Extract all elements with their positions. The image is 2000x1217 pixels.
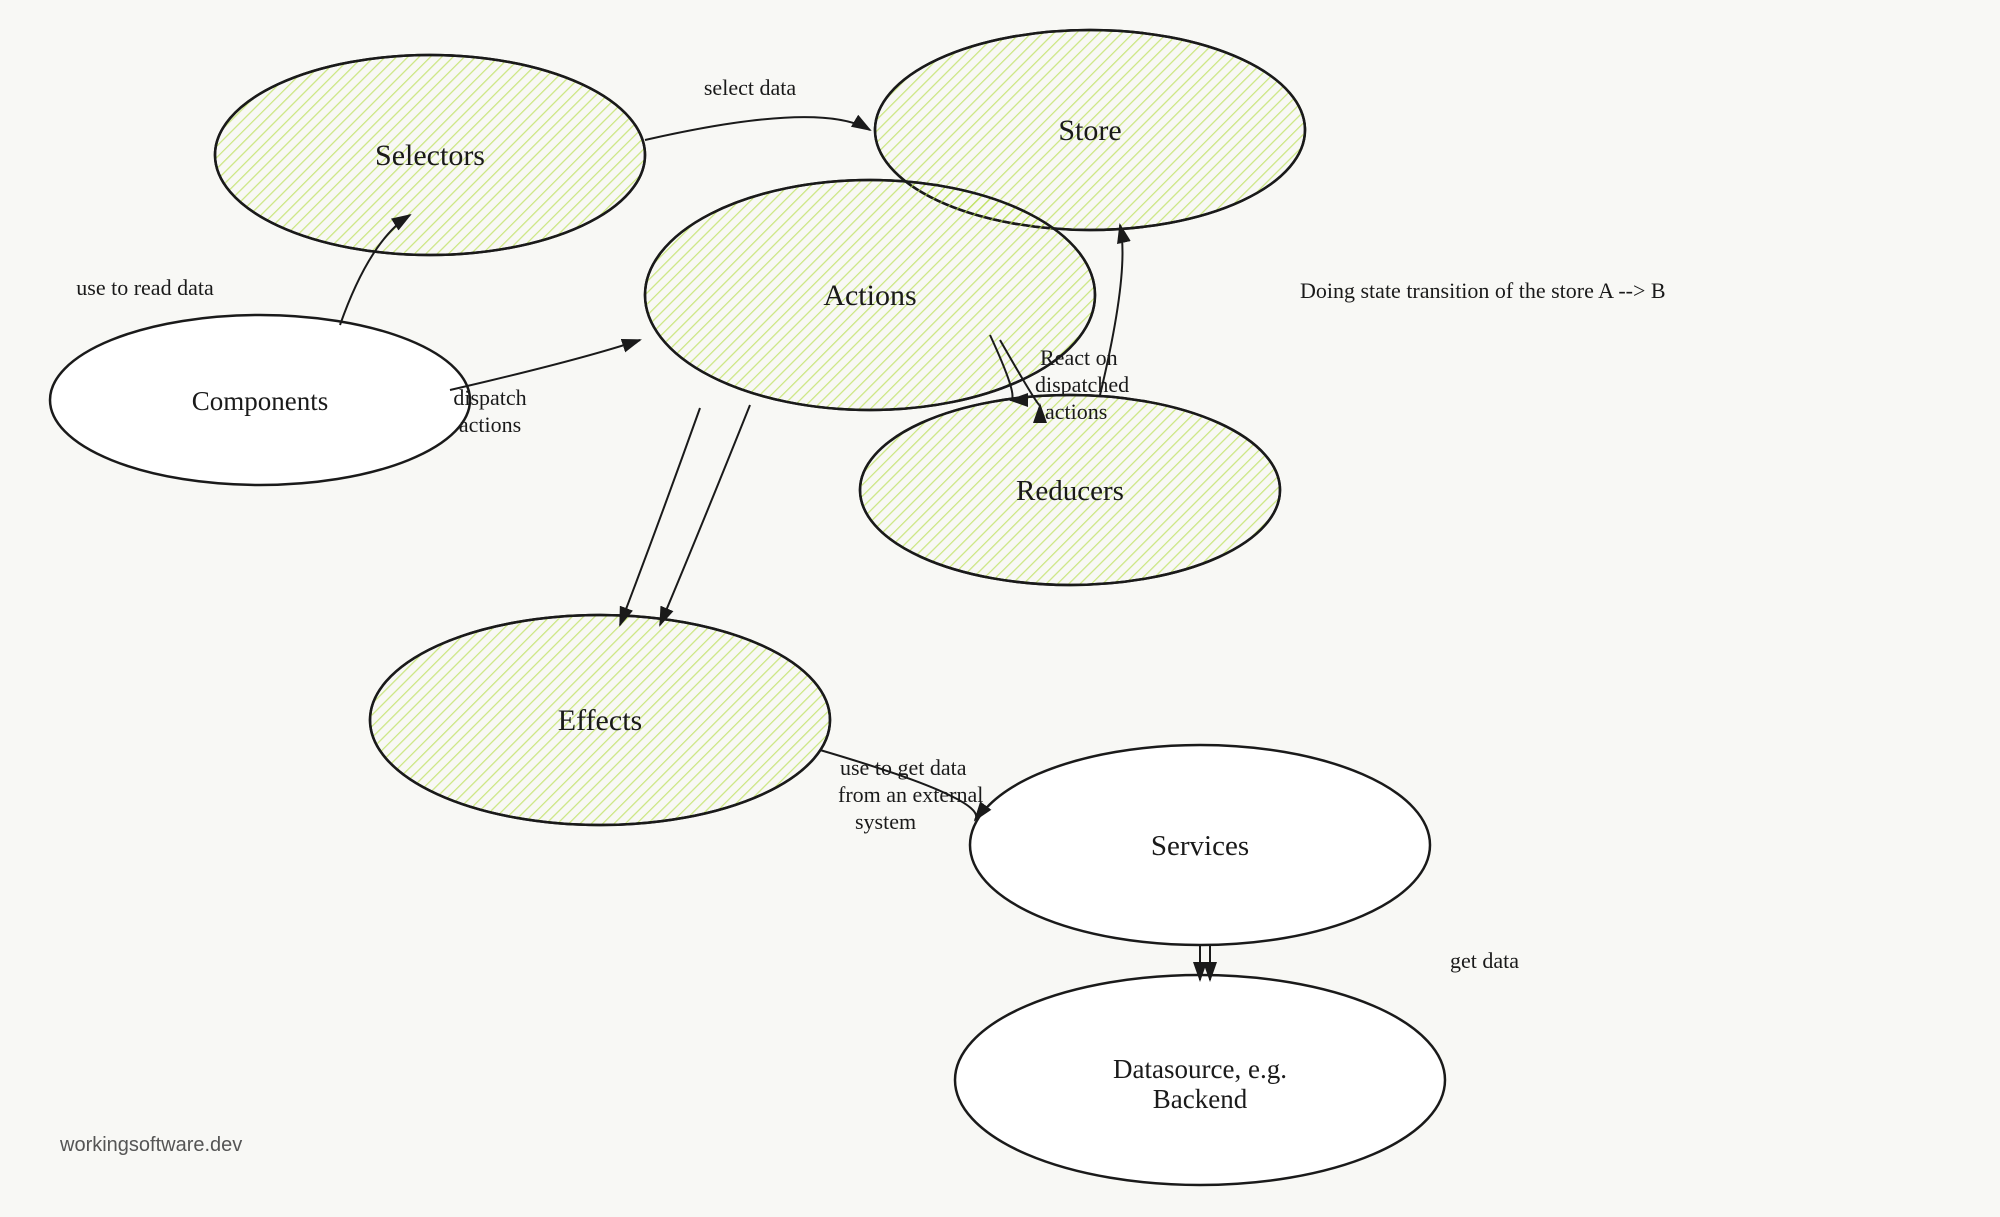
components-label: Components (192, 386, 329, 416)
watermark: workingsoftware.dev (60, 1134, 242, 1157)
reducers-label: Reducers (1016, 475, 1124, 507)
use-to-get-label-1: use to get data (840, 755, 967, 780)
use-to-get-label-2: from an external (838, 782, 983, 807)
services-label: Services (1151, 830, 1249, 862)
react-on-label-2: dispatched (1035, 372, 1129, 397)
dispatch-actions-label-1: dispatch (453, 385, 526, 410)
use-to-get-label-3: system (855, 809, 916, 834)
get-data-label: get data (1450, 948, 1519, 973)
dispatch-actions-label-2: actions (459, 412, 521, 437)
state-transition-label: Doing state transition of the store A --… (1300, 278, 1666, 303)
store-label: Store (1058, 114, 1121, 147)
select-data-label: select data (704, 75, 796, 100)
datasource-label-1: Datasource, e.g. (1113, 1054, 1287, 1084)
datasource-label-2: Backend (1153, 1084, 1248, 1114)
effects-label: Effects (558, 704, 642, 737)
react-on-label-3: actions (1045, 399, 1107, 424)
diagram-container: Selectors Store Actions Components Reduc… (0, 0, 2000, 1217)
selectors-label: Selectors (375, 139, 485, 172)
actions-label: Actions (823, 279, 916, 312)
diagram-svg: Selectors Store Actions Components Reduc… (0, 0, 2000, 1217)
use-to-read-label: use to read data (76, 275, 214, 300)
react-on-label-1: React on (1040, 345, 1118, 370)
